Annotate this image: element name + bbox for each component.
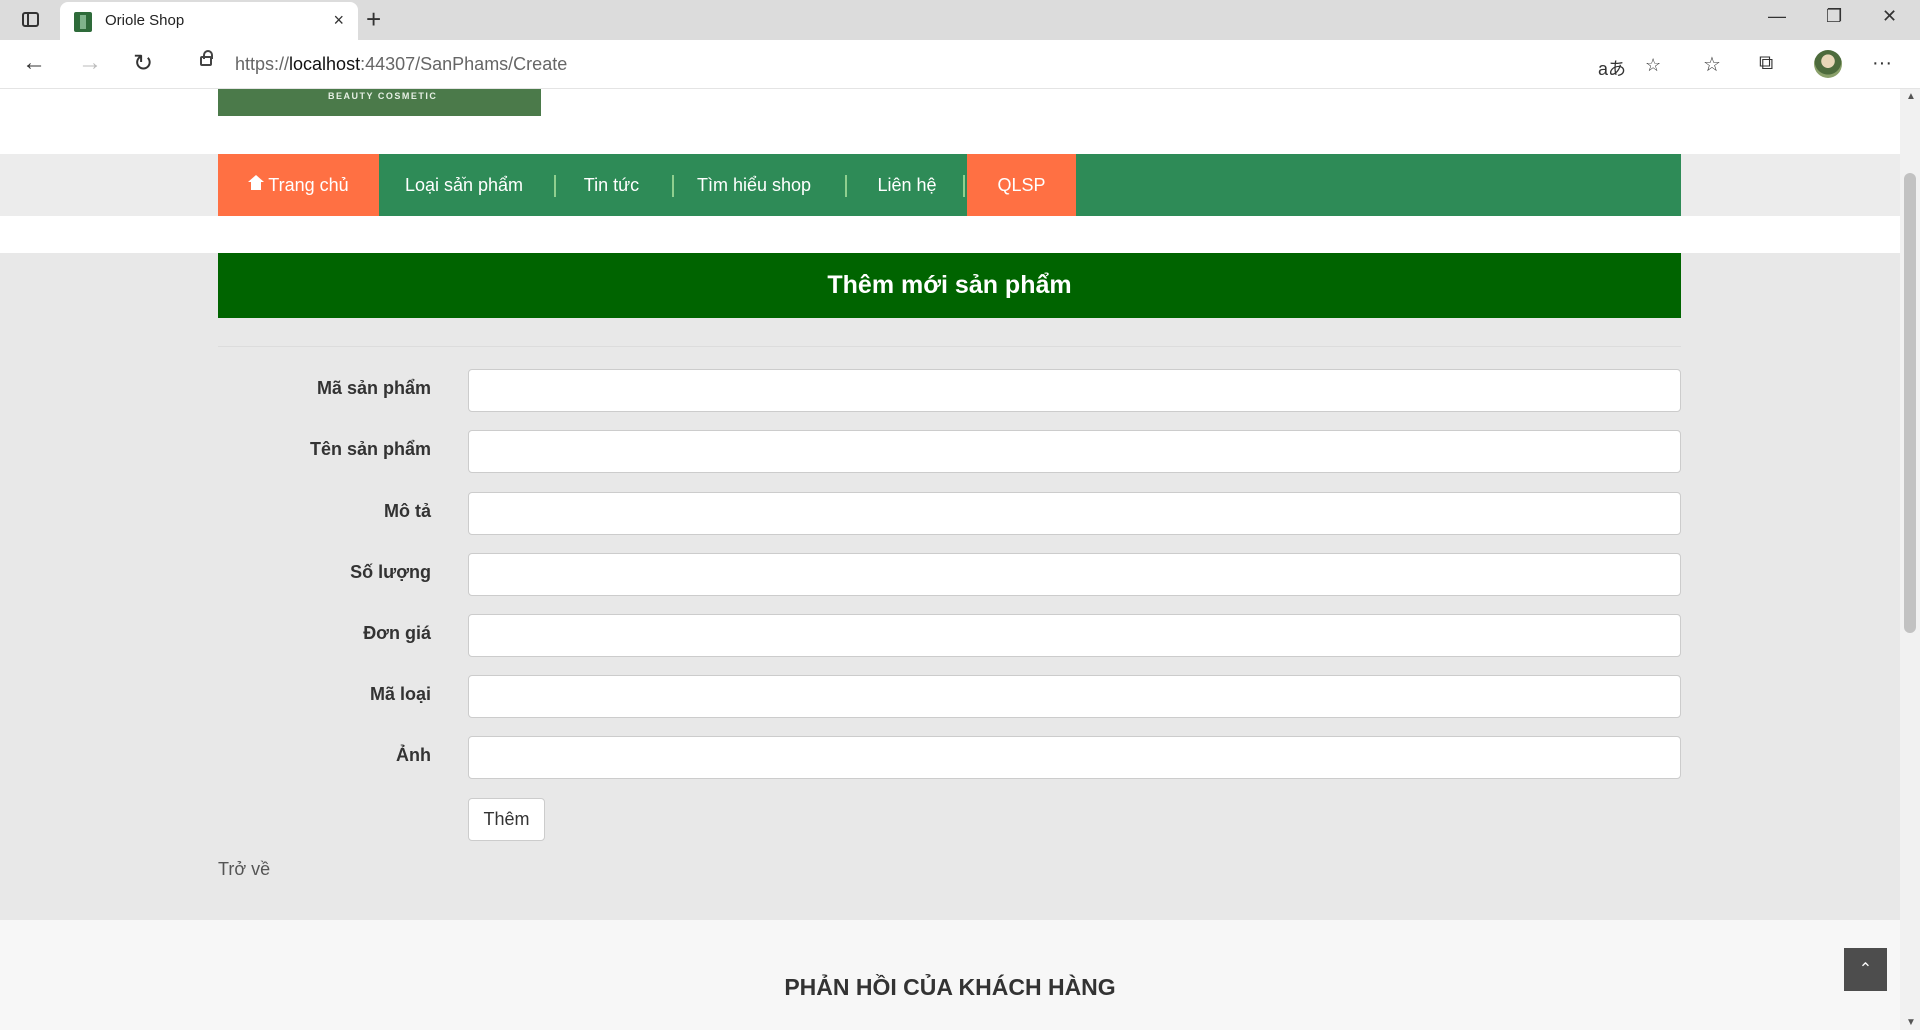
product-name-input[interactable] <box>468 430 1681 473</box>
nav-contact-label: Liên hệ <box>877 175 937 195</box>
shop-logo[interactable]: BEAUTY COSMETIC <box>218 89 541 116</box>
url-text: https://localhost:44307/SanPhams/Create <box>235 54 568 74</box>
main-navbar: Trang chủ Loại sản phẩm ⌄ Tin tức Tìm hi… <box>218 154 1681 216</box>
minimize-button[interactable]: — <box>1768 6 1786 27</box>
read-aloud-icon[interactable]: aあ <box>1598 55 1626 81</box>
product-code-input[interactable] <box>468 369 1681 412</box>
back-button[interactable]: ← <box>22 49 46 77</box>
nav-divider <box>963 175 965 197</box>
tab-actions-button[interactable] <box>14 8 46 32</box>
page-scrollbar[interactable]: ▲ ▼ <box>1900 89 1920 1030</box>
label-quantity: Số lượng <box>350 562 431 582</box>
lock-icon <box>200 50 213 66</box>
favicon-icon <box>74 12 92 32</box>
add-favorite-icon[interactable]: ☆ <box>1645 55 1661 76</box>
more-menu-icon[interactable]: ··· <box>1872 52 1892 75</box>
nav-item-home[interactable]: Trang chủ <box>218 154 379 216</box>
browser-toolbar: ← → ↻ https://localhost:44307/SanPhams/C… <box>0 40 1920 89</box>
scroll-up-icon[interactable]: ▲ <box>1906 91 1916 102</box>
collections-icon[interactable]: ⧉ <box>1759 52 1773 75</box>
feedback-title: PHẢN HỒI CỦA KHÁCH HÀNG <box>784 974 1116 1000</box>
label-image: Ảnh <box>396 745 431 765</box>
image-input[interactable] <box>468 736 1681 779</box>
logo-text: BEAUTY COSMETIC <box>328 91 438 101</box>
tab-actions-icon <box>22 12 39 27</box>
nav-qlsp-label: QLSP <box>997 175 1046 195</box>
label-product-name: Tên sản phẩm <box>309 439 431 459</box>
add-product-button[interactable]: Thêm <box>468 798 545 841</box>
divider <box>218 346 1681 347</box>
quantity-input[interactable] <box>468 553 1681 596</box>
nav-item-news[interactable]: Tin tức <box>556 154 667 216</box>
label-unit-price: Đơn giá <box>363 623 431 643</box>
unit-price-input[interactable] <box>468 614 1681 657</box>
label-description: Mô tả <box>384 501 431 521</box>
nav-item-qlsp[interactable]: QLSP <box>967 154 1076 216</box>
nav-news-label: Tin tức <box>583 175 640 195</box>
nav-item-about-shop[interactable]: Tìm hiểu shop <box>674 154 834 216</box>
label-product-code: Mã sản phẩm <box>316 378 431 398</box>
favorites-icon[interactable]: ☆ <box>1703 52 1721 77</box>
page-viewport: BEAUTY COSMETIC Trang chủ Loại sản phẩm … <box>0 89 1900 1030</box>
forward-button[interactable]: → <box>78 49 102 77</box>
home-icon <box>248 175 265 191</box>
nav-home-label: Trang chủ <box>268 175 349 195</box>
nav-item-contact[interactable]: Liên hệ <box>847 154 967 216</box>
scroll-to-top-button[interactable]: ⌃ <box>1844 948 1887 991</box>
browser-tab-bar: Oriole Shop × + — ❐ ✕ <box>0 0 1920 40</box>
scroll-down-icon[interactable]: ▼ <box>1906 1017 1916 1028</box>
nav-item-product-types[interactable]: Loại sản phẩm ⌄ <box>379 154 549 216</box>
close-window-button[interactable]: ✕ <box>1882 6 1897 27</box>
nav-about-label: Tìm hiểu shop <box>696 175 812 195</box>
browser-tab[interactable]: Oriole Shop × <box>60 2 358 40</box>
scrollbar-thumb[interactable] <box>1904 173 1916 633</box>
category-code-input[interactable] <box>468 675 1681 718</box>
reload-button[interactable]: ↻ <box>133 49 153 78</box>
chevron-down-icon: ⌄ <box>459 171 469 182</box>
tab-close-icon[interactable]: × <box>333 10 344 31</box>
profile-avatar[interactable] <box>1814 50 1842 78</box>
address-bar[interactable]: https://localhost:44307/SanPhams/Create … <box>180 45 1680 83</box>
new-tab-button[interactable]: + <box>366 4 381 35</box>
tab-title: Oriole Shop <box>105 12 185 29</box>
page-title: Thêm mới sản phẩm <box>218 253 1681 318</box>
back-link[interactable]: Trở về <box>218 859 270 880</box>
description-input[interactable] <box>468 492 1681 535</box>
restore-button[interactable]: ❐ <box>1826 6 1842 27</box>
label-category-code: Mã loại <box>369 684 431 704</box>
